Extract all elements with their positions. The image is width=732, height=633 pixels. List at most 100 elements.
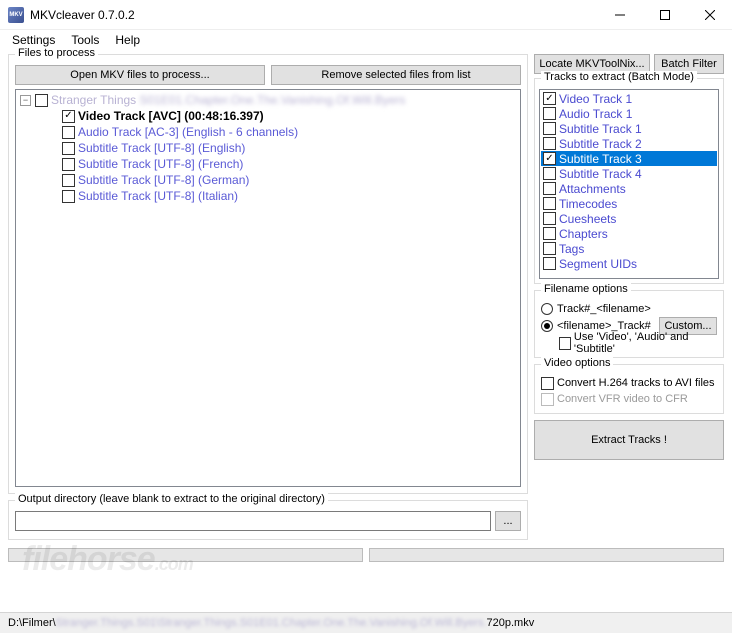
files-to-process-group: Files to process Open MKV files to proce… <box>8 54 528 494</box>
output-legend: Output directory (leave blank to extract… <box>15 493 328 505</box>
extract-tracks-button[interactable]: Extract Tracks ! <box>534 420 724 460</box>
tracks-listbox[interactable]: Video Track 1Audio Track 1Subtitle Track… <box>539 89 719 279</box>
track-label: Subtitle Track [UTF-8] (English) <box>78 141 245 155</box>
progress-bar-1 <box>8 548 363 562</box>
output-directory-input[interactable] <box>15 511 491 531</box>
list-item[interactable]: Attachments <box>541 181 717 196</box>
list-item[interactable]: Chapters <box>541 226 717 241</box>
convert-vfr-checkbox: Convert VFR video to CFR <box>541 391 717 407</box>
convert-h264-checkbox[interactable]: Convert H.264 tracks to AVI files <box>541 375 717 391</box>
item-label: Video Track 1 <box>559 92 632 106</box>
item-checkbox[interactable] <box>543 137 556 150</box>
item-checkbox[interactable] <box>543 257 556 270</box>
checkbox-icon <box>541 393 554 406</box>
tracks-extract-legend: Tracks to extract (Batch Mode) <box>541 71 697 83</box>
tree-track-row[interactable]: Subtitle Track [UTF-8] (French) <box>52 156 518 172</box>
title-bar: MKV MKVcleaver 0.7.0.2 <box>0 0 732 30</box>
video-options-legend: Video options <box>541 357 613 369</box>
track-label: Video Track [AVC] (00:48:16.397) <box>78 109 264 123</box>
item-label: Subtitle Track 1 <box>559 122 642 136</box>
item-checkbox[interactable] <box>543 152 556 165</box>
checkbox-icon <box>541 377 554 390</box>
list-item[interactable]: Timecodes <box>541 196 717 211</box>
item-checkbox[interactable] <box>543 242 556 255</box>
radio-icon <box>541 320 553 332</box>
item-checkbox[interactable] <box>543 197 556 210</box>
app-icon: MKV <box>8 7 24 23</box>
tree-track-row[interactable]: Audio Track [AC-3] (English - 6 channels… <box>52 124 518 140</box>
radio-icon <box>541 303 553 315</box>
item-label: Segment UIDs <box>559 257 637 271</box>
output-directory-group: Output directory (leave blank to extract… <box>8 500 528 540</box>
radio-label: Track#_<filename> <box>557 303 651 315</box>
browse-button[interactable]: ... <box>495 511 521 531</box>
tree-track-row[interactable]: Subtitle Track [UTF-8] (English) <box>52 140 518 156</box>
open-mkv-button[interactable]: Open MKV files to process... <box>15 65 265 85</box>
tracks-to-extract-group: Tracks to extract (Batch Mode) Video Tra… <box>534 78 724 284</box>
tree-track-row[interactable]: Subtitle Track [UTF-8] (Italian) <box>52 188 518 204</box>
tree-track-row[interactable]: Subtitle Track [UTF-8] (German) <box>52 172 518 188</box>
status-path-prefix: D:\Filmer\ <box>8 617 56 629</box>
item-checkbox[interactable] <box>543 167 556 180</box>
list-item[interactable]: Segment UIDs <box>541 256 717 271</box>
checkbox-label: Convert VFR video to CFR <box>557 393 688 405</box>
filename-options-legend: Filename options <box>541 283 631 295</box>
menu-bar: Settings Tools Help <box>0 30 732 50</box>
minimize-button[interactable] <box>597 1 642 29</box>
list-item[interactable]: Cuesheets <box>541 211 717 226</box>
files-tree[interactable]: − Stranger Things S01E01.Chapter.One.The… <box>15 89 521 487</box>
checkbox-icon <box>559 337 571 350</box>
use-video-audio-subtitle-checkbox[interactable]: Use 'Video', 'Audio' and 'Subtitle' <box>541 335 717 351</box>
status-bar: D:\Filmer\Stranger.Things.S01\Stranger.T… <box>0 612 732 633</box>
file-checkbox[interactable] <box>35 94 48 107</box>
collapse-icon[interactable]: − <box>20 95 31 106</box>
video-options-group: Video options Convert H.264 tracks to AV… <box>534 364 724 414</box>
list-item[interactable]: Tags <box>541 241 717 256</box>
checkbox-label: Convert H.264 tracks to AVI files <box>557 377 715 389</box>
list-item[interactable]: Subtitle Track 2 <box>541 136 717 151</box>
tree-track-row[interactable]: Video Track [AVC] (00:48:16.397) <box>52 108 518 124</box>
list-item[interactable]: Audio Track 1 <box>541 106 717 121</box>
close-button[interactable] <box>687 1 732 29</box>
track-checkbox[interactable] <box>62 142 75 155</box>
progress-bar-2 <box>369 548 724 562</box>
filename-options-group: Filename options Track#_<filename> <file… <box>534 290 724 358</box>
item-checkbox[interactable] <box>543 212 556 225</box>
track-checkbox[interactable] <box>62 126 75 139</box>
item-checkbox[interactable] <box>543 182 556 195</box>
window-title: MKVcleaver 0.7.0.2 <box>30 8 597 22</box>
item-label: Audio Track 1 <box>559 107 632 121</box>
file-label: Stranger Things S01E01.Chapter.One.The.V… <box>51 93 405 107</box>
item-checkbox[interactable] <box>543 227 556 240</box>
status-path-suffix: 720p.mkv <box>487 617 535 629</box>
item-checkbox[interactable] <box>543 92 556 105</box>
list-item[interactable]: Subtitle Track 1 <box>541 121 717 136</box>
remove-selected-button[interactable]: Remove selected files from list <box>271 65 521 85</box>
item-label: Subtitle Track 4 <box>559 167 642 181</box>
list-item[interactable]: Video Track 1 <box>541 91 717 106</box>
item-label: Tags <box>559 242 584 256</box>
item-label: Subtitle Track 2 <box>559 137 642 151</box>
item-checkbox[interactable] <box>543 122 556 135</box>
track-label: Subtitle Track [UTF-8] (Italian) <box>78 189 238 203</box>
track-checkbox[interactable] <box>62 158 75 171</box>
checkbox-label: Use 'Video', 'Audio' and 'Subtitle' <box>574 331 717 355</box>
list-item[interactable]: Subtitle Track 4 <box>541 166 717 181</box>
list-item[interactable]: Subtitle Track 3 <box>541 151 717 166</box>
track-label: Subtitle Track [UTF-8] (French) <box>78 157 243 171</box>
item-label: Attachments <box>559 182 626 196</box>
maximize-button[interactable] <box>642 1 687 29</box>
tree-file-row[interactable]: − Stranger Things S01E01.Chapter.One.The… <box>20 92 518 108</box>
menu-help[interactable]: Help <box>109 31 146 49</box>
track-checkbox[interactable] <box>62 174 75 187</box>
item-checkbox[interactable] <box>543 107 556 120</box>
item-label: Timecodes <box>559 197 617 211</box>
status-path-mid: Stranger.Things.S01\Stranger.Things.S01E… <box>56 617 487 629</box>
track-checkbox[interactable] <box>62 190 75 203</box>
item-label: Chapters <box>559 227 608 241</box>
files-legend: Files to process <box>15 47 98 59</box>
radio-track-first[interactable]: Track#_<filename> <box>541 301 717 317</box>
item-label: Cuesheets <box>559 212 616 226</box>
item-label: Subtitle Track 3 <box>559 152 642 166</box>
track-checkbox[interactable] <box>62 110 75 123</box>
